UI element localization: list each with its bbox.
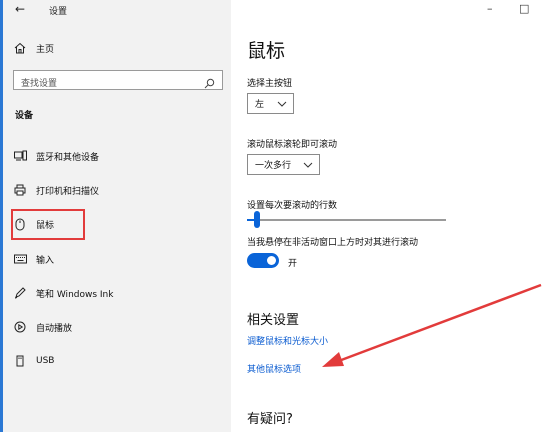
primary-button-dropdown[interactable]: 左 [247,93,294,114]
dropdown-value: 左 [255,100,265,110]
toggle-state-text: 开 [288,259,298,269]
dropdown-value: 一次多行 [255,161,292,171]
related-settings-title: 相关设置 [247,313,300,328]
sidebar-item-label: USB [36,356,55,366]
search-box[interactable] [13,70,223,93]
chevron-down-icon [303,160,313,173]
sidebar-item-label: 打印机和扫描仪 [36,186,100,197]
primary-button-label: 选择主按钮 [247,79,293,89]
maximize-button[interactable]: □ [519,2,529,15]
wheel-scroll-dropdown[interactable]: 一次多行 [247,154,320,175]
minimize-button[interactable]: – [487,2,493,15]
printer-icon [13,183,27,197]
autoplay-icon [13,320,27,334]
wheel-scroll-label: 滚动鼠标滚轮即可滚动 [247,140,338,150]
keyboard-icon [13,252,27,266]
sidebar-item-usb[interactable]: USB [13,354,54,368]
scroll-lines-label: 设置每次要滚动的行数 [247,201,338,211]
sidebar-item-label: 自动播放 [36,323,73,334]
page-title: 鼠标 [247,40,286,62]
sidebar-item-label: 蓝牙和其他设备 [36,152,100,163]
chevron-down-icon [277,99,287,112]
bluetooth-devices-icon [13,149,27,163]
slider-thumb[interactable] [254,211,260,228]
adjust-cursor-size-link[interactable]: 调整鼠标和光标大小 [247,334,328,347]
back-button[interactable]: ← [15,2,25,16]
scroll-lines-slider-track[interactable] [247,219,446,221]
sidebar-section-title: 设备 [15,111,34,121]
usb-icon [13,354,27,368]
inactive-scroll-label: 当我悬停在非活动窗口上方时对其进行滚动 [247,238,419,248]
home-icon [13,41,27,55]
other-mouse-options-link[interactable]: 其他鼠标选项 [247,362,301,375]
sidebar-item-autoplay[interactable]: 自动播放 [13,320,72,334]
sidebar-item-label: 笔和 Windows Ink [36,289,114,300]
search-input[interactable] [14,75,194,93]
sidebar-item-label: 主页 [36,44,55,55]
toggle-knob [267,256,276,265]
sidebar-item-printers[interactable]: 打印机和扫描仪 [13,183,99,197]
window-title: 设置 [49,7,68,17]
settings-window: ← 设置 主页 设备 蓝牙和其他设备 打印机和扫描仪 [0,0,543,432]
help-section-title: 有疑问? [247,412,293,427]
main-content: – □ 鼠标 选择主按钮 左 滚动鼠标滚轮即可滚动 一次多行 设置每次要滚动的行… [231,0,543,432]
annotation-highlight-box [11,209,85,240]
sidebar-item-label: 输入 [36,255,55,266]
search-icon[interactable] [204,74,215,93]
inactive-scroll-toggle[interactable] [247,253,279,268]
sidebar-item-input[interactable]: 输入 [13,252,54,266]
sidebar-item-bluetooth[interactable]: 蓝牙和其他设备 [13,149,99,163]
sidebar: ← 设置 主页 设备 蓝牙和其他设备 打印机和扫描仪 [3,0,231,432]
sidebar-item-home[interactable]: 主页 [13,41,54,55]
pen-icon [13,286,27,300]
sidebar-item-pen[interactable]: 笔和 Windows Ink [13,286,113,300]
